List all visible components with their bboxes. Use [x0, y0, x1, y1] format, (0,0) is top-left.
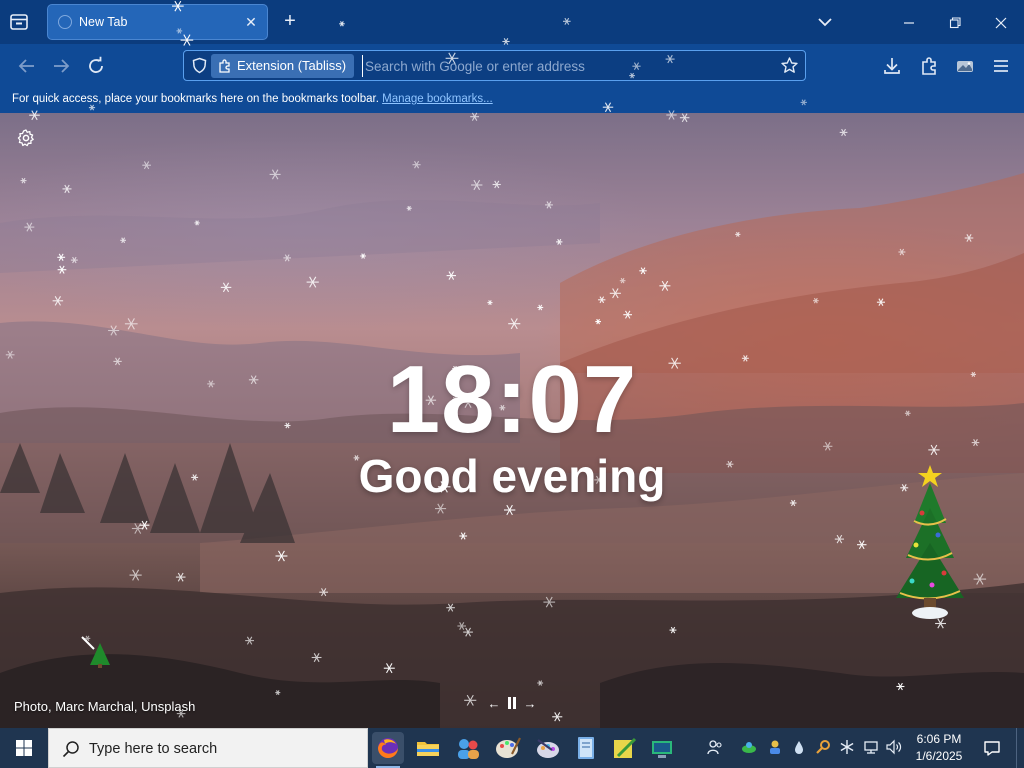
tab-new-tab[interactable]: New Tab ✕ — [47, 4, 268, 40]
volume-icon[interactable] — [885, 738, 903, 756]
monitor-app-icon[interactable] — [646, 732, 678, 764]
greeting-text: Good evening — [358, 450, 666, 502]
tray-app-icon-2[interactable] — [766, 738, 784, 756]
bookmarks-toolbar: For quick access, place your bookmarks h… — [0, 88, 1024, 113]
snowflake-icon[interactable] — [838, 738, 856, 756]
extension-identity-chip[interactable]: Extension (Tabliss) — [211, 54, 355, 78]
taskbar-date[interactable]: 1/6/2025 — [905, 749, 973, 763]
next-background-icon[interactable]: → — [522, 696, 538, 712]
notification-icon[interactable] — [982, 738, 1002, 758]
firefox-view-icon[interactable] — [8, 11, 30, 33]
bookmarks-hint-text: For quick access, place your bookmarks h… — [12, 93, 379, 105]
search-placeholder: Type here to search — [89, 741, 218, 757]
edit-app-icon[interactable] — [608, 732, 640, 764]
tab-strip: New Tab ✕ + — [0, 0, 1024, 44]
paint-icon[interactable] — [492, 732, 524, 764]
notebook-icon[interactable] — [570, 732, 602, 764]
network-icon[interactable] — [862, 738, 880, 756]
extension-label: Extension (Tabliss) — [237, 58, 347, 73]
new-tab-page: 18:07 Good evening Photo, Marc Marchal, … — [0, 113, 1024, 728]
minimize-button[interactable] — [886, 0, 932, 44]
pause-background-icon[interactable] — [504, 696, 520, 712]
download-icon[interactable] — [881, 55, 903, 77]
search-icon — [61, 739, 81, 759]
clock-display: 18:07 — [386, 346, 638, 453]
firefox-icon[interactable] — [372, 732, 404, 768]
star-icon[interactable] — [780, 56, 799, 75]
shield-icon[interactable] — [191, 57, 208, 74]
windows-taskbar: Type here to search 6:06 PM 1/6/2025 — [0, 728, 1024, 768]
reload-icon[interactable] — [85, 55, 107, 77]
taskbar-search-box[interactable]: Type here to search — [48, 728, 368, 768]
gear-icon[interactable] — [16, 128, 36, 148]
tabliss-extension-icon[interactable] — [954, 55, 976, 77]
firefox-tab-icon — [58, 15, 72, 29]
people-app-icon[interactable] — [452, 732, 484, 764]
paint-alt-icon[interactable] — [532, 732, 564, 764]
back-arrow-icon[interactable] — [16, 55, 38, 77]
droplet-icon[interactable] — [790, 738, 808, 756]
file-explorer-icon[interactable] — [412, 732, 444, 764]
menu-icon[interactable] — [990, 55, 1012, 77]
start-button[interactable] — [0, 728, 48, 768]
key-search-icon[interactable] — [814, 738, 832, 756]
extensions-icon[interactable] — [918, 55, 940, 77]
chevron-down-icon[interactable] — [815, 12, 835, 32]
previous-background-icon[interactable]: ← — [486, 696, 502, 712]
photo-credit: Photo, Marc Marchal, Unsplash — [14, 699, 196, 714]
people-tray-icon[interactable] — [706, 738, 724, 756]
puzzle-icon — [217, 58, 233, 74]
christmas-tree-icon — [896, 465, 964, 619]
url-input[interactable] — [362, 55, 762, 77]
close-tab-icon[interactable]: ✕ — [243, 14, 259, 30]
forward-arrow-icon[interactable] — [50, 55, 72, 77]
new-tab-button[interactable]: + — [278, 10, 302, 34]
manage-bookmarks-link[interactable]: Manage bookmarks... — [382, 93, 493, 105]
maximize-button[interactable] — [932, 0, 978, 44]
bookmarks-hint: For quick access, place your bookmarks h… — [12, 93, 493, 105]
close-window-button[interactable] — [978, 0, 1024, 44]
tray-app-icon-1[interactable] — [740, 738, 758, 756]
navigation-toolbar: Extension (Tabliss) — [0, 44, 1024, 88]
mini-tree-cursor-icon — [81, 636, 110, 668]
taskbar-time[interactable]: 6:06 PM — [905, 732, 973, 746]
address-bar[interactable]: Extension (Tabliss) — [183, 50, 806, 81]
tab-title: New Tab — [79, 15, 128, 29]
show-desktop-button[interactable] — [1016, 728, 1024, 768]
